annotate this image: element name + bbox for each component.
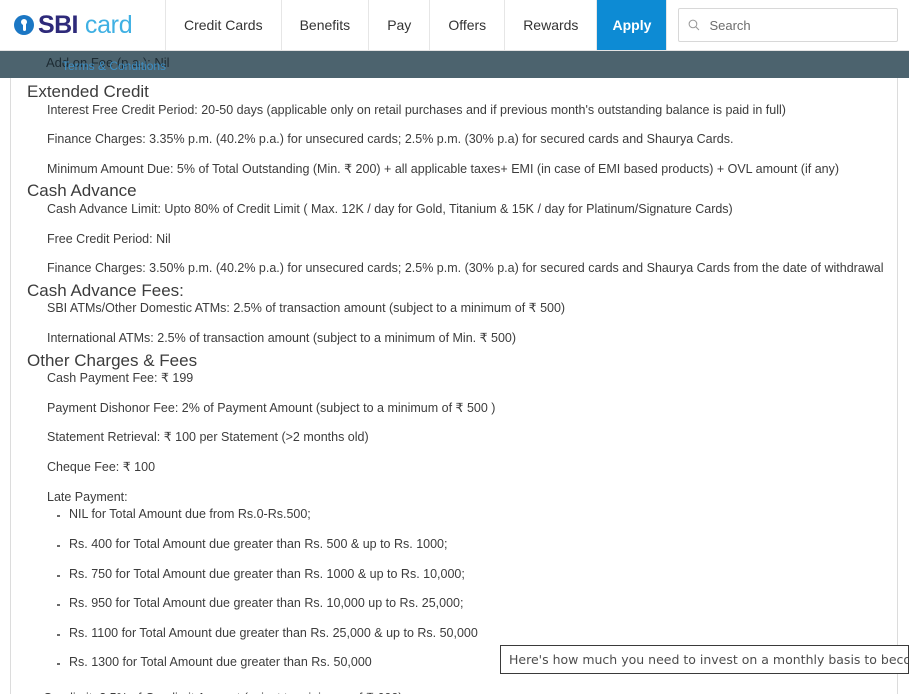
- apply-button-label: Apply: [612, 17, 652, 33]
- promo-overlay-text: Here's how much you need to invest on a …: [509, 652, 908, 667]
- search-container: [667, 0, 909, 50]
- terms-document: Extended Credit Interest Free Credit Per…: [11, 78, 897, 694]
- content-frame: Extended Credit Interest Free Credit Per…: [10, 78, 898, 694]
- list-item: Rs. 1100 for Total Amount due greater th…: [57, 626, 885, 642]
- nav-label: Rewards: [523, 17, 579, 33]
- nav-label: Offers: [448, 17, 487, 33]
- breadcrumb-band: Add on Fee (p.a.): Nil Terms & Condition…: [0, 51, 909, 78]
- breadcrumb-overlap-group: Add on Fee (p.a.): Nil Terms & Condition…: [46, 51, 446, 78]
- breadcrumb-terms-conditions[interactable]: Terms & Conditions: [62, 59, 166, 73]
- section-heading-extended-credit: Extended Credit: [27, 82, 149, 101]
- list-item: Rs. 400 for Total Amount due greater tha…: [57, 537, 885, 553]
- search-input[interactable]: [707, 16, 888, 34]
- section-paragraph: Finance Charges: 3.50% p.m. (40.2% p.a.)…: [47, 261, 884, 276]
- section-heading-cash-advance-fees: Cash Advance Fees:: [27, 280, 184, 300]
- section-heading-other-charges-fees: Other Charges & Fees: [27, 350, 198, 370]
- section-heading-cash-advance: Cash Advance: [27, 181, 137, 201]
- section-paragraph: International ATMs: 2.5% of transaction …: [47, 331, 517, 346]
- nav-item-rewards[interactable]: Rewards: [505, 0, 598, 50]
- apply-button[interactable]: Apply: [597, 0, 668, 50]
- section-paragraph: Finance Charges: 3.35% p.m. (40.2% p.a.)…: [47, 132, 734, 147]
- nav-item-pay[interactable]: Pay: [369, 0, 431, 50]
- list-item: Rs. 750 for Total Amount due greater tha…: [57, 567, 885, 583]
- page-root: SBI card Credit Cards Benefits Pay Offer…: [0, 0, 909, 694]
- section-paragraph: Cheque Fee: ₹ 100: [47, 460, 156, 475]
- nav-label: Credit Cards: [184, 17, 263, 33]
- list-item: Rs. 950 for Total Amount due greater tha…: [57, 596, 885, 612]
- nav-label: Benefits: [299, 17, 351, 33]
- logo-text-card: card: [84, 10, 133, 39]
- sbi-card-logo[interactable]: SBI card: [0, 0, 166, 50]
- nav-item-benefits[interactable]: Benefits: [281, 0, 370, 50]
- sbi-circle-keyhole-icon: [14, 15, 34, 35]
- logo-text-sbi: SBI: [38, 10, 78, 39]
- promo-overlay-widget[interactable]: Here's how much you need to invest on a …: [500, 645, 909, 674]
- nav-label: Pay: [387, 17, 412, 33]
- section-paragraph: Cash Payment Fee: ₹ 199: [47, 371, 194, 386]
- nav-item-credit-cards[interactable]: Credit Cards: [166, 0, 282, 50]
- section-paragraph: SBI ATMs/Other Domestic ATMs: 2.5% of tr…: [47, 301, 566, 316]
- search-box[interactable]: [678, 8, 898, 42]
- search-icon: [689, 19, 700, 31]
- nav-item-offers[interactable]: Offers: [430, 0, 506, 50]
- section-paragraph: Statement Retrieval: ₹ 100 per Statement…: [47, 430, 369, 445]
- section-paragraph: Minimum Amount Due: 5% of Total Outstand…: [47, 161, 840, 176]
- section-paragraph: Payment Dishonor Fee: 2% of Payment Amou…: [47, 400, 496, 415]
- site-header: SBI card Credit Cards Benefits Pay Offer…: [0, 0, 909, 51]
- section-paragraph: Cash Advance Limit: Upto 80% of Credit L…: [47, 201, 733, 216]
- section-paragraph: Interest Free Credit Period: 20-50 days …: [47, 102, 786, 117]
- section-paragraph-late-payment: Late Payment:: [47, 489, 128, 504]
- list-item: NIL for Total Amount due from Rs.0-Rs.50…: [57, 507, 885, 523]
- section-paragraph: Free Credit Period: Nil: [47, 231, 171, 246]
